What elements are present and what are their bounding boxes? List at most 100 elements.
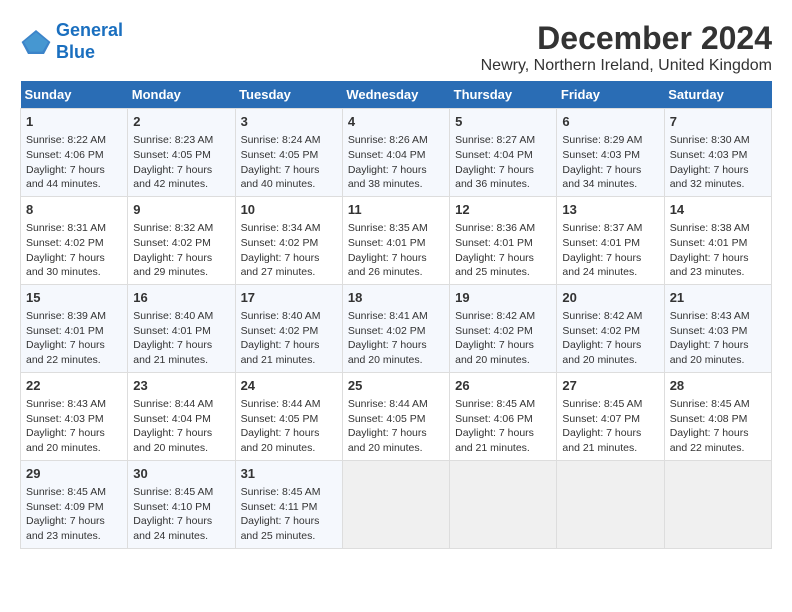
sunrise-text: Sunrise: 8:45 AM <box>26 485 122 500</box>
day-number: 31 <box>241 465 337 483</box>
calendar-cell <box>450 460 557 548</box>
calendar-cell: 22Sunrise: 8:43 AMSunset: 4:03 PMDayligh… <box>21 372 128 460</box>
day-number: 24 <box>241 377 337 395</box>
sunset-text: Sunset: 4:03 PM <box>670 324 766 339</box>
sunset-text: Sunset: 4:05 PM <box>241 148 337 163</box>
sunset-text: Sunset: 4:02 PM <box>241 236 337 251</box>
sunrise-text: Sunrise: 8:26 AM <box>348 133 444 148</box>
sunset-text: Sunset: 4:01 PM <box>26 324 122 339</box>
sunrise-text: Sunrise: 8:27 AM <box>455 133 551 148</box>
sunrise-text: Sunrise: 8:43 AM <box>670 309 766 324</box>
daylight-text: Daylight: 7 hours and 21 minutes. <box>562 426 658 455</box>
calendar-cell <box>664 460 771 548</box>
sunrise-text: Sunrise: 8:41 AM <box>348 309 444 324</box>
sunset-text: Sunset: 4:01 PM <box>670 236 766 251</box>
sunset-text: Sunset: 4:02 PM <box>562 324 658 339</box>
sunrise-text: Sunrise: 8:23 AM <box>133 133 229 148</box>
main-title: December 2024 <box>481 20 772 57</box>
sunrise-text: Sunrise: 8:44 AM <box>133 397 229 412</box>
weekday-header-thursday: Thursday <box>450 81 557 109</box>
sunset-text: Sunset: 4:05 PM <box>133 148 229 163</box>
daylight-text: Daylight: 7 hours and 22 minutes. <box>670 426 766 455</box>
sunrise-text: Sunrise: 8:42 AM <box>455 309 551 324</box>
calendar-cell: 31Sunrise: 8:45 AMSunset: 4:11 PMDayligh… <box>235 460 342 548</box>
calendar-cell: 11 Sunrise: 8:35 AMSunset: 4:01 PMDayligh… <box>342 196 449 284</box>
daylight-text: Daylight: 7 hours and 25 minutes. <box>241 514 337 543</box>
sunrise-text: Sunrise: 8:43 AM <box>26 397 122 412</box>
day-number: 15 <box>26 289 122 307</box>
calendar-cell <box>557 460 664 548</box>
title-area: December 2024 Newry, Northern Ireland, U… <box>481 20 772 75</box>
sunset-text: Sunset: 4:02 PM <box>241 324 337 339</box>
day-number: 11 <box>348 201 444 219</box>
daylight-text: Daylight: 7 hours and 20 minutes. <box>133 426 229 455</box>
daylight-text: Daylight: 7 hours and 27 minutes. <box>241 251 337 280</box>
day-number: 3 <box>241 113 337 131</box>
weekday-header-sunday: Sunday <box>21 81 128 109</box>
calendar-cell: 1Sunrise: 8:22 AMSunset: 4:06 PMDaylight… <box>21 109 128 197</box>
sunset-text: Sunset: 4:03 PM <box>670 148 766 163</box>
sunrise-text: Sunrise: 8:31 AM <box>26 221 122 236</box>
sunset-text: Sunset: 4:02 PM <box>133 236 229 251</box>
page-container: General Blue December 2024 Newry, Northe… <box>20 20 772 549</box>
day-number: 12 <box>455 201 551 219</box>
calendar-cell: 16Sunrise: 8:40 AMSunset: 4:01 PMDayligh… <box>128 284 235 372</box>
daylight-text: Daylight: 7 hours and 20 minutes. <box>26 426 122 455</box>
calendar-cell: 7Sunrise: 8:30 AMSunset: 4:03 PMDaylight… <box>664 109 771 197</box>
calendar-cell: 25Sunrise: 8:44 AMSunset: 4:05 PMDayligh… <box>342 372 449 460</box>
sunset-text: Sunset: 4:03 PM <box>26 412 122 427</box>
day-number: 17 <box>241 289 337 307</box>
sunrise-text: Sunrise: 8:30 AM <box>670 133 766 148</box>
sunset-text: Sunset: 4:05 PM <box>348 412 444 427</box>
calendar-cell: 15Sunrise: 8:39 AMSunset: 4:01 PMDayligh… <box>21 284 128 372</box>
sunrise-text: Sunrise: 8:40 AM <box>241 309 337 324</box>
day-number: 10 <box>241 201 337 219</box>
sunrise-text: Sunrise: 8:34 AM <box>241 221 337 236</box>
day-number: 23 <box>133 377 229 395</box>
calendar-cell: 8Sunrise: 8:31 AMSunset: 4:02 PMDaylight… <box>21 196 128 284</box>
calendar-cell: 9Sunrise: 8:32 AMSunset: 4:02 PMDaylight… <box>128 196 235 284</box>
header-row: SundayMondayTuesdayWednesdayThursdayFrid… <box>21 81 772 109</box>
sunset-text: Sunset: 4:04 PM <box>348 148 444 163</box>
daylight-text: Daylight: 7 hours and 36 minutes. <box>455 163 551 192</box>
sunrise-text: Sunrise: 8:44 AM <box>348 397 444 412</box>
daylight-text: Daylight: 7 hours and 20 minutes. <box>455 338 551 367</box>
sunset-text: Sunset: 4:05 PM <box>241 412 337 427</box>
sunset-text: Sunset: 4:01 PM <box>455 236 551 251</box>
daylight-text: Daylight: 7 hours and 23 minutes. <box>26 514 122 543</box>
sunrise-text: Sunrise: 8:38 AM <box>670 221 766 236</box>
weekday-header-saturday: Saturday <box>664 81 771 109</box>
calendar-cell: 27Sunrise: 8:45 AMSunset: 4:07 PMDayligh… <box>557 372 664 460</box>
calendar-cell: 28Sunrise: 8:45 AMSunset: 4:08 PMDayligh… <box>664 372 771 460</box>
weekday-header-friday: Friday <box>557 81 664 109</box>
daylight-text: Daylight: 7 hours and 26 minutes. <box>348 251 444 280</box>
calendar-cell: 29Sunrise: 8:45 AMSunset: 4:09 PMDayligh… <box>21 460 128 548</box>
calendar-week-row: 8Sunrise: 8:31 AMSunset: 4:02 PMDaylight… <box>21 196 772 284</box>
logo-icon <box>20 26 52 58</box>
day-number: 25 <box>348 377 444 395</box>
calendar-week-row: 1Sunrise: 8:22 AMSunset: 4:06 PMDaylight… <box>21 109 772 197</box>
sunset-text: Sunset: 4:09 PM <box>26 500 122 515</box>
sunset-text: Sunset: 4:11 PM <box>241 500 337 515</box>
sunrise-text: Sunrise: 8:35 AM <box>348 221 444 236</box>
sunset-text: Sunset: 4:01 PM <box>133 324 229 339</box>
daylight-text: Daylight: 7 hours and 34 minutes. <box>562 163 658 192</box>
weekday-header-tuesday: Tuesday <box>235 81 342 109</box>
sunset-text: Sunset: 4:06 PM <box>26 148 122 163</box>
sunset-text: Sunset: 4:01 PM <box>562 236 658 251</box>
sunrise-text: Sunrise: 8:39 AM <box>26 309 122 324</box>
sunset-text: Sunset: 4:04 PM <box>455 148 551 163</box>
daylight-text: Daylight: 7 hours and 21 minutes. <box>241 338 337 367</box>
calendar-table: SundayMondayTuesdayWednesdayThursdayFrid… <box>20 81 772 549</box>
calendar-cell: 20Sunrise: 8:42 AMSunset: 4:02 PMDayligh… <box>557 284 664 372</box>
sunset-text: Sunset: 4:03 PM <box>562 148 658 163</box>
calendar-cell: 4Sunrise: 8:26 AMSunset: 4:04 PMDaylight… <box>342 109 449 197</box>
calendar-cell: 19Sunrise: 8:42 AMSunset: 4:02 PMDayligh… <box>450 284 557 372</box>
sunset-text: Sunset: 4:01 PM <box>348 236 444 251</box>
sunrise-text: Sunrise: 8:32 AM <box>133 221 229 236</box>
daylight-text: Daylight: 7 hours and 30 minutes. <box>26 251 122 280</box>
sunrise-text: Sunrise: 8:22 AM <box>26 133 122 148</box>
calendar-cell: 23Sunrise: 8:44 AMSunset: 4:04 PMDayligh… <box>128 372 235 460</box>
calendar-cell: 6Sunrise: 8:29 AMSunset: 4:03 PMDaylight… <box>557 109 664 197</box>
sunset-text: Sunset: 4:02 PM <box>455 324 551 339</box>
